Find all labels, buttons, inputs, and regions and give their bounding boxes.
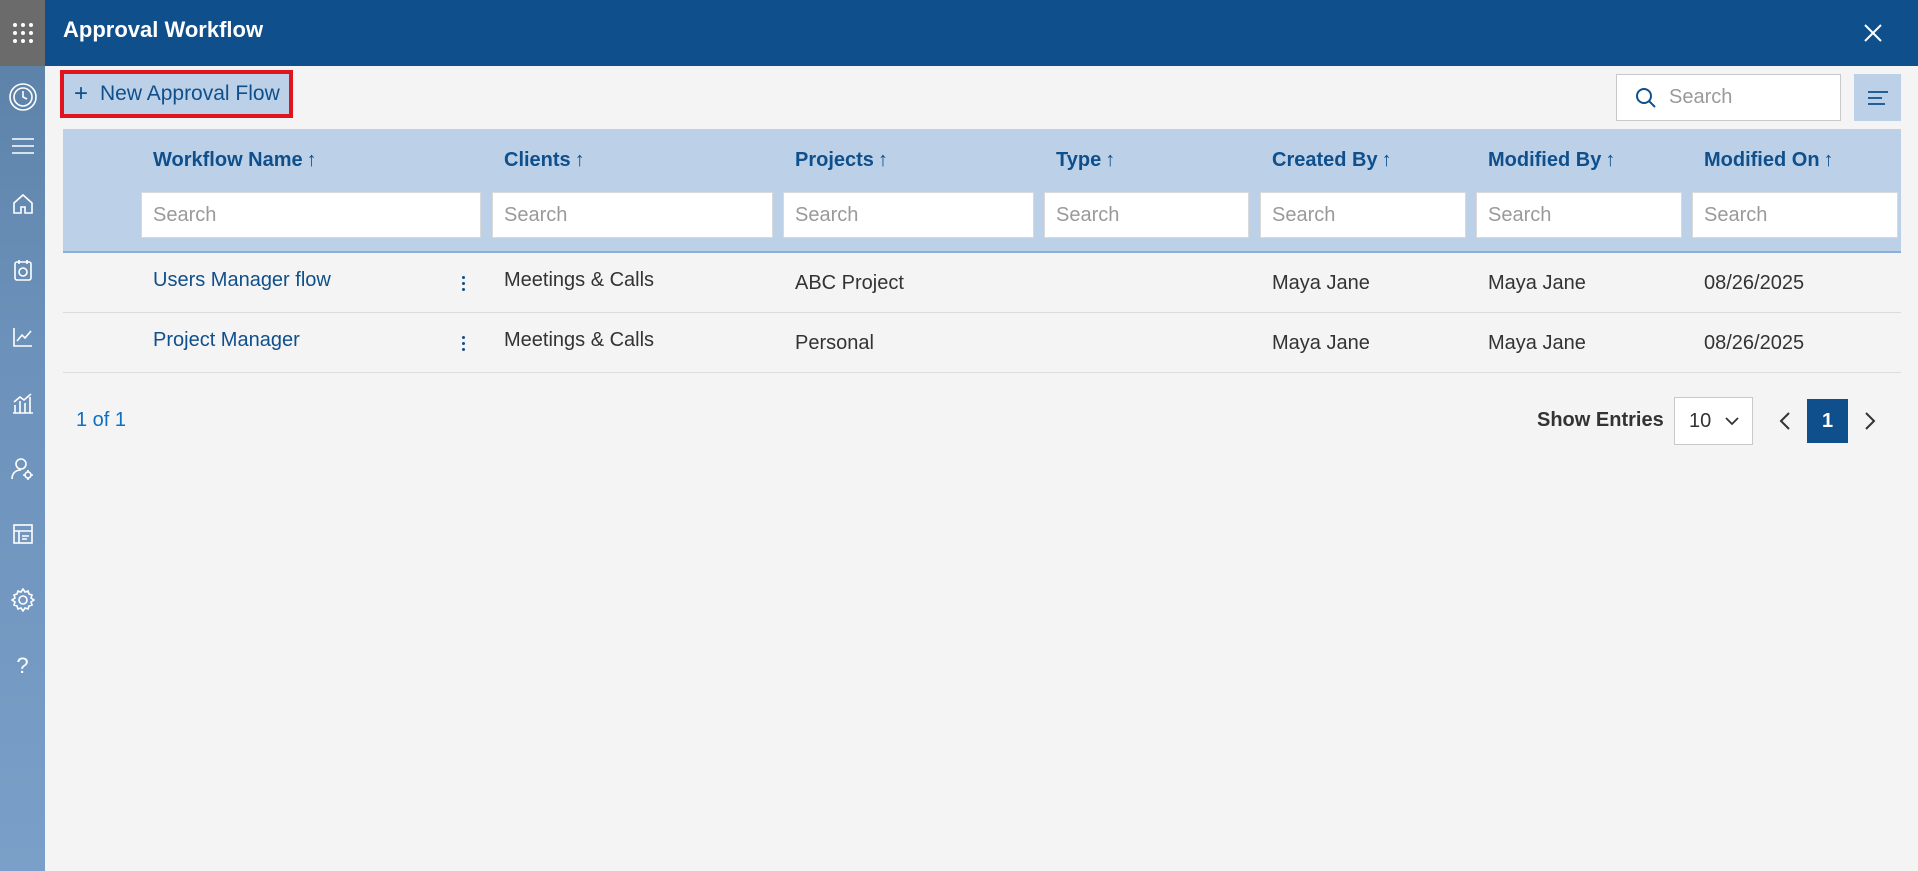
sort-arrow-icon: ↑: [1381, 149, 1392, 171]
new-approval-flow-label: New Approval Flow: [100, 82, 280, 105]
sort-arrow-icon: ↑: [877, 149, 888, 171]
row-actions-icon[interactable]: [453, 328, 473, 358]
workflow-name-link[interactable]: Users Manager flow: [153, 269, 331, 292]
client-cell: Meetings & Calls: [504, 329, 655, 351]
help-icon[interactable]: ?: [0, 646, 45, 686]
chevron-left-icon: [1779, 412, 1790, 430]
gear-icon[interactable]: [0, 580, 45, 620]
clients-search-input[interactable]: Search: [492, 192, 773, 238]
created-by-cell: Maya Jane: [1272, 272, 1370, 294]
apps-launcher[interactable]: [0, 0, 45, 66]
created-by-search-input[interactable]: Search: [1260, 192, 1466, 238]
column-header-modified-on[interactable]: Modified On ↑: [1704, 149, 1834, 172]
created-by-cell: Maya Jane: [1272, 332, 1370, 354]
sort-arrow-icon: ↑: [1823, 149, 1834, 171]
close-icon: [1864, 24, 1882, 42]
menu-icon[interactable]: [0, 126, 45, 166]
clock-icon[interactable]: [0, 77, 45, 117]
workflow-name-search-input[interactable]: Search: [141, 192, 481, 238]
modified-on-cell: 08/26/2025: [1704, 272, 1805, 294]
global-search-placeholder: Search: [1669, 86, 1733, 108]
left-rail: ?: [0, 0, 45, 871]
column-header-projects[interactable]: Projects ↑: [795, 149, 888, 172]
entries-per-page-select[interactable]: 10: [1674, 397, 1753, 445]
modified-on-search-input[interactable]: Search: [1692, 192, 1898, 238]
timesheet-icon[interactable]: [0, 250, 45, 290]
global-search-input[interactable]: Search: [1616, 74, 1841, 121]
next-page-button[interactable]: [1855, 399, 1885, 443]
report-icon[interactable]: [0, 514, 45, 554]
modified-by-search-input[interactable]: Search: [1476, 192, 1682, 238]
user-settings-icon[interactable]: [0, 449, 45, 489]
column-header-created-by[interactable]: Created By ↑: [1272, 149, 1392, 172]
modified-by-cell: Maya Jane: [1488, 272, 1586, 294]
dialog-header: Approval Workflow: [45, 0, 1918, 66]
show-entries-label: Show Entries: [1537, 409, 1664, 431]
project-cell: Personal: [795, 332, 874, 354]
table-row[interactable]: Project Manager Meetings & Calls Persona…: [63, 313, 1901, 373]
column-filter-button[interactable]: [1854, 74, 1901, 121]
plus-icon: +: [74, 80, 89, 107]
close-button[interactable]: [1858, 18, 1888, 48]
bar-chart-icon[interactable]: [0, 383, 45, 423]
chevron-right-icon: [1865, 412, 1876, 430]
sort-arrow-icon: ↑: [306, 149, 317, 171]
apps-grid-icon[interactable]: [0, 13, 45, 53]
line-chart-icon[interactable]: [0, 317, 45, 357]
new-approval-flow-button[interactable]: + New Approval Flow: [60, 70, 293, 118]
table-row[interactable]: Users Manager flow Meetings & Calls ABC …: [63, 253, 1901, 313]
entries-value: 10: [1689, 409, 1712, 432]
page-number-button[interactable]: 1: [1807, 399, 1848, 443]
column-header-type[interactable]: Type ↑: [1056, 149, 1115, 172]
column-header-modified-by[interactable]: Modified By ↑: [1488, 149, 1615, 172]
sort-arrow-icon: ↑: [574, 149, 585, 171]
page-title: Approval Workflow: [63, 17, 264, 42]
row-actions-icon[interactable]: [453, 268, 473, 298]
filter-lines-icon: [1867, 90, 1888, 105]
client-cell: Meetings & Calls: [504, 269, 655, 291]
table-header: Workflow Name ↑ Clients ↑ Projects ↑ Type ↑ …: [63, 129, 1901, 253]
sort-arrow-icon: ↑: [1605, 149, 1616, 171]
projects-search-input[interactable]: Search: [783, 192, 1034, 238]
project-cell: ABC Project: [795, 272, 904, 294]
chevron-down-icon: [1725, 417, 1739, 426]
column-header-workflow-name[interactable]: Workflow Name ↑: [153, 149, 317, 172]
type-search-input[interactable]: Search: [1044, 192, 1249, 238]
workflow-name-link[interactable]: Project Manager: [153, 329, 300, 352]
column-header-clients[interactable]: Clients ↑: [504, 149, 585, 172]
previous-page-button[interactable]: [1770, 399, 1800, 443]
search-icon: [1636, 87, 1656, 108]
modified-by-cell: Maya Jane: [1488, 332, 1586, 354]
modified-on-cell: 08/26/2025: [1704, 332, 1805, 354]
page-info: 1 of 1: [76, 409, 127, 431]
home-icon[interactable]: [0, 184, 45, 224]
sort-arrow-icon: ↑: [1105, 149, 1116, 171]
